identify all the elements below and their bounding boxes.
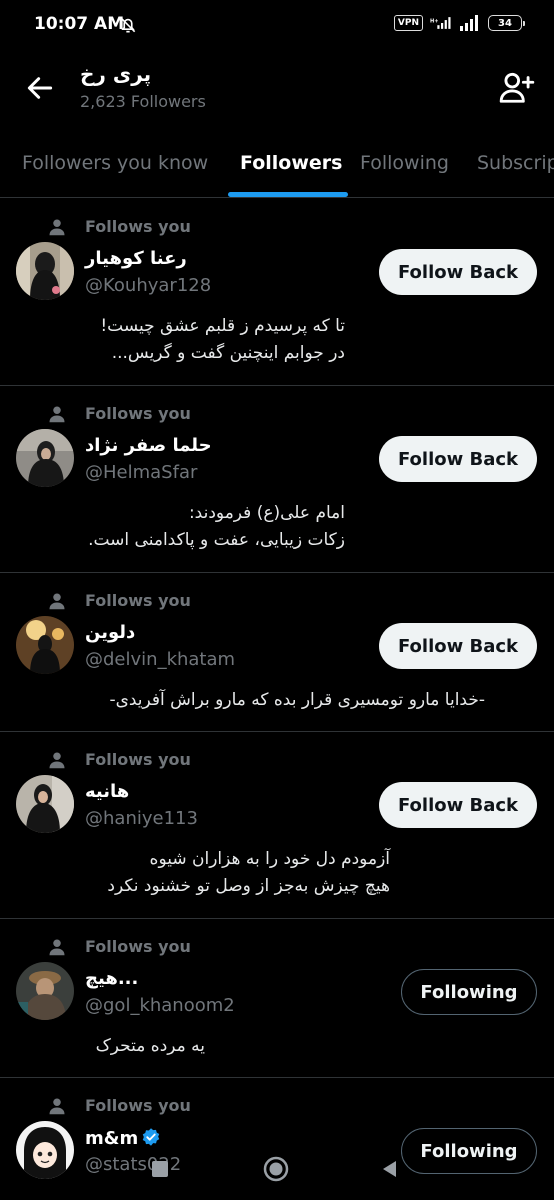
user-handle: @HelmaSfar (85, 462, 198, 483)
follows-you-row: Follows you (48, 404, 191, 423)
tab-bar: Followers you know Followers Following S… (0, 132, 554, 198)
follows-you-label: Follows you (85, 404, 191, 423)
user-bio: آزمودم دل خود را به هزاران شیوه هیچ چیزش… (107, 849, 390, 896)
avatar[interactable] (16, 775, 74, 833)
follow-back-button[interactable]: Follow Back (379, 436, 537, 482)
user-bio: یه مرده متحرک (95, 1036, 205, 1056)
user-handle: @haniye113 (85, 808, 198, 829)
list-item[interactable]: Follows you رعنا کوهیار @Kouhyar128 تا ک… (0, 199, 554, 386)
signal-h-plus-icon: H+ (430, 17, 451, 29)
person-icon (49, 752, 65, 768)
follows-you-row: Follows you (48, 750, 191, 769)
square-recents-icon[interactable] (150, 1159, 170, 1179)
user-bio: امام علی(ع) فرمودند: زکات زیبایی، عفت و … (88, 503, 345, 550)
status-icons: VPN H+ 34 (393, 15, 525, 31)
user-bio: تا که پرسیدم ز قلبم عشق چیست! در جوابم ا… (100, 316, 345, 363)
tab-following[interactable]: Following (360, 152, 449, 174)
system-nav-bar (0, 1132, 554, 1200)
status-time: 10:07 AM (34, 14, 125, 34)
follow-back-button[interactable]: Follow Back (379, 623, 537, 669)
vpn-badge: VPN (393, 15, 423, 31)
tab-followers-you-know[interactable]: Followers you know (22, 152, 208, 174)
arrow-left-icon[interactable] (24, 72, 56, 104)
avatar[interactable] (16, 429, 74, 487)
following-button[interactable]: Following (401, 969, 537, 1015)
follow-back-button[interactable]: Follow Back (379, 249, 537, 295)
person-icon (49, 219, 65, 235)
user-handle: @delvin_khatam (85, 649, 236, 670)
profile-name: پری رخ (80, 62, 152, 86)
follows-you-row: Follows you (48, 1096, 191, 1115)
person-add-icon[interactable] (498, 68, 536, 106)
user-handle: @gol_khanoom2 (85, 995, 235, 1016)
tab-subscriptions[interactable]: Subscriptions (477, 152, 554, 174)
svg-text:H+: H+ (430, 18, 439, 24)
list-item[interactable]: Follows you هانیه @haniye113 آزمودم دل خ… (0, 732, 554, 919)
avatar[interactable] (16, 242, 74, 300)
follows-you-label: Follows you (85, 591, 191, 610)
user-name[interactable]: هیچ... (85, 968, 138, 989)
followers-list: Follows you رعنا کوهیار @Kouhyar128 تا ک… (0, 199, 554, 1200)
status-bar: 10:07 AM VPN H+ 34 (0, 0, 554, 52)
person-icon (49, 406, 65, 422)
avatar[interactable] (16, 962, 74, 1020)
user-name[interactable]: دلوین (85, 622, 135, 643)
follows-you-label: Follows you (85, 1096, 191, 1115)
list-item[interactable]: Follows you حلما صفر نژاد @HelmaSfar اما… (0, 386, 554, 573)
tab-followers[interactable]: Followers (240, 152, 342, 174)
follows-you-row: Follows you (48, 591, 191, 610)
header: پری رخ 2,623 Followers (0, 52, 554, 132)
user-name[interactable]: رعنا کوهیار (85, 248, 187, 269)
person-icon (49, 939, 65, 955)
signal-icon (460, 15, 478, 31)
follows-you-row: Follows you (48, 937, 191, 956)
battery-icon: 34 (488, 15, 525, 31)
avatar[interactable] (16, 616, 74, 674)
active-tab-indicator (228, 192, 348, 197)
follows-you-row: Follows you (48, 217, 191, 236)
follows-you-label: Follows you (85, 937, 191, 956)
list-item[interactable]: Follows you هیچ... @gol_khanoom2 یه مرده… (0, 919, 554, 1078)
user-name[interactable]: حلما صفر نژاد (85, 435, 212, 456)
user-name[interactable]: هانیه (85, 781, 129, 802)
follows-you-label: Follows you (85, 750, 191, 769)
followers-count: 2,623 Followers (80, 92, 206, 111)
follow-back-button[interactable]: Follow Back (379, 782, 537, 828)
person-icon (49, 593, 65, 609)
triangle-back-icon[interactable] (380, 1159, 400, 1179)
bell-off-icon (120, 17, 136, 33)
person-icon (49, 1098, 65, 1114)
follows-you-label: Follows you (85, 217, 191, 236)
user-handle: @Kouhyar128 (85, 275, 212, 296)
circle-home-icon[interactable] (262, 1155, 290, 1183)
list-item[interactable]: Follows you دلوین @delvin_khatam -خدایا … (0, 573, 554, 732)
user-bio: -خدایا مارو تومسیری قرار بده که مارو برا… (109, 690, 485, 710)
